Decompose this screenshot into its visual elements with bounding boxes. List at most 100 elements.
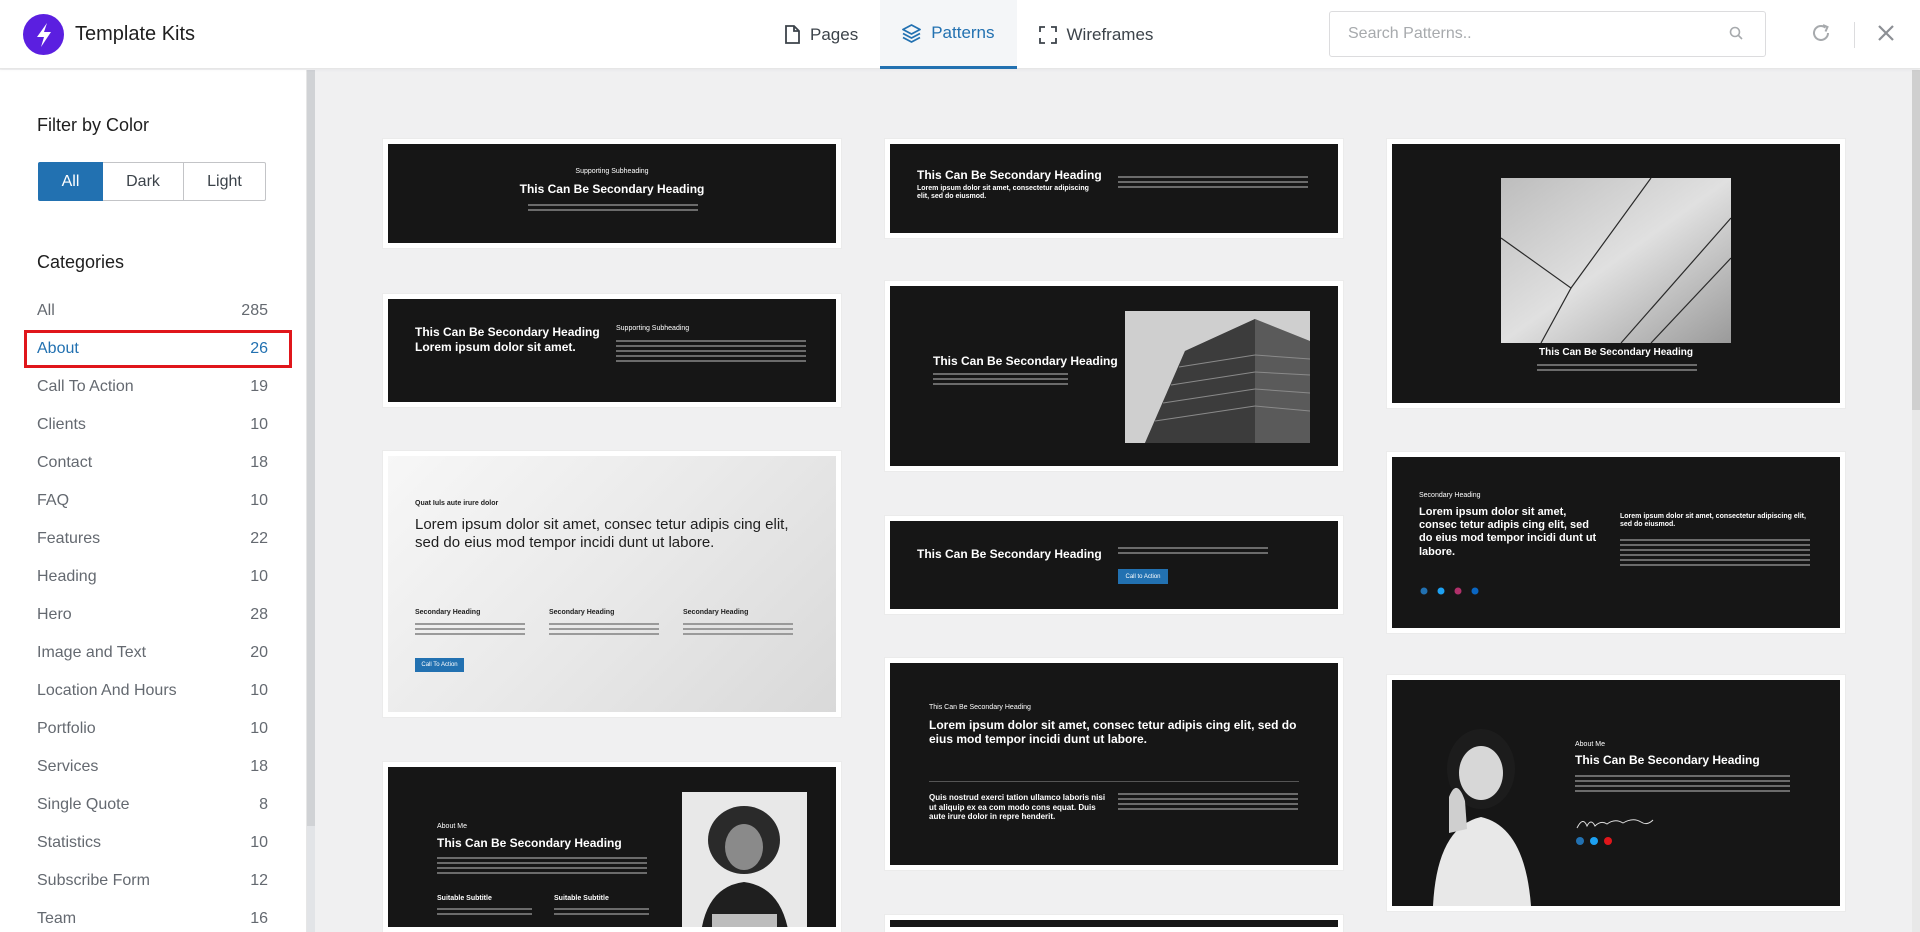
pattern-card[interactable]: This Can Be Secondary Heading <box>1387 139 1845 408</box>
search-icon[interactable] <box>1729 26 1743 40</box>
pattern-column-heading: Suitable Subtitle <box>437 895 492 902</box>
category-image-and-text[interactable]: Image and Text 20 <box>24 634 292 672</box>
category-subscribe-form[interactable]: Subscribe Form 12 <box>24 862 292 900</box>
pattern-body-text <box>415 623 525 638</box>
tab-pages-label: Pages <box>810 24 859 44</box>
page-icon <box>785 25 800 44</box>
category-portfolio[interactable]: Portfolio 10 <box>24 710 292 748</box>
category-count: 26 <box>250 340 268 357</box>
pattern-card[interactable]: This Can Be Secondary Heading Call to Ac… <box>885 516 1343 614</box>
category-team[interactable]: Team 16 <box>24 900 292 932</box>
tab-pages[interactable]: Pages <box>762 0 880 69</box>
pattern-thumbnail: About Me This Can Be Secondary Heading <box>1392 680 1840 906</box>
category-count: 12 <box>250 872 268 889</box>
pattern-heading: This Can Be Secondary Heading <box>917 168 1102 182</box>
pattern-heading: This Can Be Secondary Heading <box>933 354 1118 368</box>
app-title: Template Kits <box>75 23 196 45</box>
category-about[interactable]: About 26 <box>24 330 292 368</box>
pattern-card[interactable]: About Me This Can Be Secondary Heading S… <box>383 762 841 932</box>
pattern-card[interactable]: This Can Be Secondary Heading Lorem ipsu… <box>383 294 841 407</box>
pattern-subheading: About Me <box>437 823 467 830</box>
filter-light-button[interactable]: Light <box>184 162 266 201</box>
category-services[interactable]: Services 18 <box>24 748 292 786</box>
close-icon[interactable] <box>1877 24 1895 42</box>
pattern-body-text <box>1575 775 1790 795</box>
category-count: 10 <box>250 834 268 851</box>
bolt-icon <box>36 22 51 47</box>
category-count: 18 <box>250 454 268 471</box>
pattern-divider <box>929 781 1299 782</box>
search-input[interactable] <box>1330 12 1710 56</box>
category-location-and-hours[interactable]: Location And Hours 10 <box>24 672 292 710</box>
category-label: Subscribe Form <box>37 872 150 889</box>
pattern-card[interactable]: Supporting Subheading This Can Be Second… <box>383 139 841 248</box>
filter-dark-button[interactable]: Dark <box>103 162 184 201</box>
pattern-body-text <box>683 623 793 638</box>
pattern-body-text <box>528 204 698 214</box>
category-count: 16 <box>250 910 268 927</box>
category-all[interactable]: All 285 <box>24 292 292 330</box>
pattern-subheading: Quat Iuls aute irure dolor <box>415 500 499 507</box>
tab-patterns[interactable]: Patterns <box>880 0 1017 69</box>
pattern-thumbnail: This Can Be Secondary Heading Lorem ipsu… <box>890 663 1338 865</box>
pattern-body-text <box>554 908 649 918</box>
woman-portrait-image <box>682 792 807 927</box>
pattern-heading: This Can Be Secondary Heading <box>1575 753 1760 767</box>
pattern-card[interactable]: Quat Iuls aute irure dolor Lorem ipsum d… <box>383 451 841 717</box>
category-features[interactable]: Features 22 <box>24 520 292 558</box>
pattern-column-heading: Secondary Heading <box>415 609 481 616</box>
category-label: Services <box>37 758 99 775</box>
category-label: Image and Text <box>37 644 147 661</box>
pattern-card[interactable]: This Can Be Secondary Heading <box>885 281 1343 471</box>
sidebar-scrollbar-thumb[interactable] <box>307 70 315 826</box>
tab-wireframes[interactable]: Wireframes <box>1017 0 1176 69</box>
category-label: Team <box>37 910 77 927</box>
pattern-body-text <box>1620 539 1810 569</box>
social-icons <box>1420 587 1479 595</box>
color-filter-group: All Dark Light <box>38 162 266 201</box>
pattern-heading: This Can Be Secondary Heading <box>917 547 1102 561</box>
category-count: 10 <box>250 682 268 699</box>
pattern-body-text <box>1118 176 1308 191</box>
signature-image <box>1576 819 1654 829</box>
pattern-thumbnail: Secondary Heading Lorem ipsum dolor sit … <box>1392 457 1840 628</box>
page-scrollbar[interactable] <box>1912 70 1920 932</box>
page-scrollbar-thumb[interactable] <box>1912 70 1920 410</box>
frame-icon <box>1038 25 1057 44</box>
category-count: 285 <box>241 302 268 319</box>
category-single-quote[interactable]: Single Quote 8 <box>24 786 292 824</box>
tab-wireframes-label: Wireframes <box>1066 24 1154 44</box>
pattern-column-heading: Secondary Heading <box>683 609 749 616</box>
pattern-column-heading: Suitable Subtitle <box>554 895 609 902</box>
pattern-card[interactable]: This Can Be Secondary Heading Lorem ipsu… <box>885 139 1343 238</box>
category-hero[interactable]: Hero 28 <box>24 596 292 634</box>
pattern-card[interactable] <box>885 915 1343 932</box>
pattern-body-text <box>616 340 806 365</box>
category-clients[interactable]: Clients 10 <box>24 406 292 444</box>
category-label: Contact <box>37 454 93 471</box>
pattern-subheading: About Me <box>1575 741 1605 748</box>
category-faq[interactable]: FAQ 10 <box>24 482 292 520</box>
pattern-body-text <box>1537 364 1697 374</box>
category-statistics[interactable]: Statistics 10 <box>24 824 292 862</box>
filter-all-button[interactable]: All <box>38 162 103 201</box>
sidebar: Filter by Color All Dark Light Categorie… <box>0 70 307 932</box>
pattern-card[interactable]: This Can Be Secondary Heading Lorem ipsu… <box>885 658 1343 870</box>
category-contact[interactable]: Contact 18 <box>24 444 292 482</box>
pattern-card[interactable]: Secondary Heading Lorem ipsum dolor sit … <box>1387 452 1845 633</box>
pattern-heading: This Can Be Secondary Heading <box>415 325 600 339</box>
pattern-heading: This Can Be Secondary Heading <box>1539 347 1693 358</box>
sidebar-scrollbar[interactable] <box>307 70 315 932</box>
category-call-to-action[interactable]: Call To Action 19 <box>24 368 292 406</box>
pattern-body-text <box>437 908 532 918</box>
app-logo <box>23 14 64 55</box>
category-heading[interactable]: Heading 10 <box>24 558 292 596</box>
pattern-thumbnail: This Can Be Secondary Heading Lorem ipsu… <box>388 299 836 402</box>
pattern-body-text <box>1118 547 1268 557</box>
top-bar: Template Kits Pages Patterns Wireframes <box>0 0 1920 69</box>
pattern-card[interactable]: About Me This Can Be Secondary Heading <box>1387 675 1845 911</box>
refresh-icon[interactable] <box>1810 22 1832 44</box>
pattern-lead-text: Lorem ipsum dolor sit amet, consectetur … <box>1620 513 1806 529</box>
pattern-cta-button: Call to Action <box>1118 569 1168 584</box>
tab-patterns-label: Patterns <box>931 23 995 42</box>
